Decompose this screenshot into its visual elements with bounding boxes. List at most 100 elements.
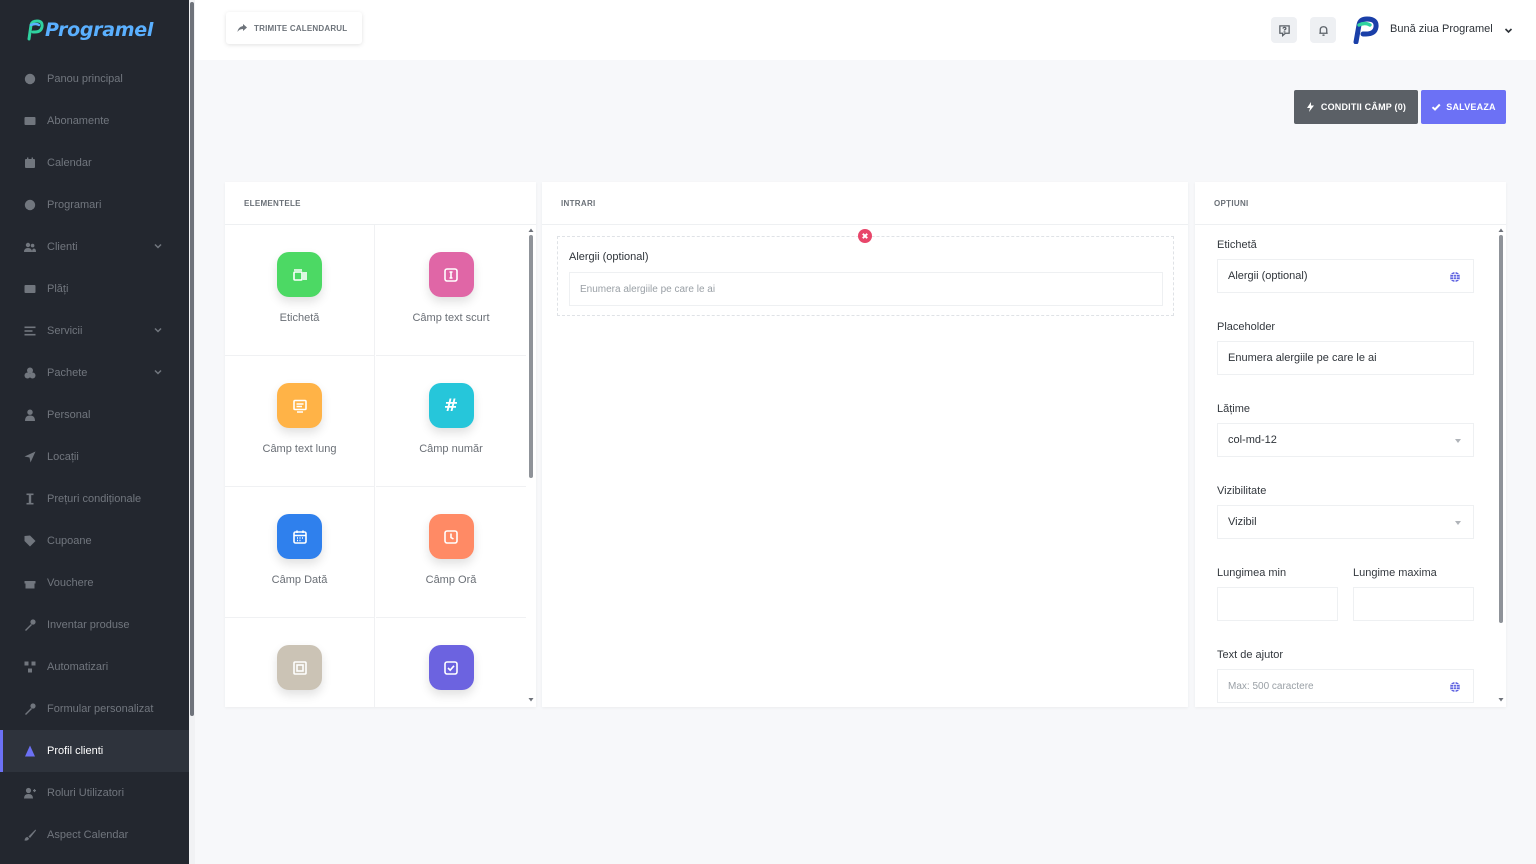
chevron-down-icon[interactable]	[1504, 26, 1513, 35]
elements-panel-title: ELEMENTELE	[225, 182, 536, 225]
sidebar-item-label: Personal	[47, 409, 91, 421]
save-button[interactable]: SALVEAZA	[1421, 90, 1506, 124]
sidebar-item-plati[interactable]: Plăți	[0, 268, 189, 310]
sidebar-item-roluri-utilizatori[interactable]: Roluri Utilizatori	[0, 772, 189, 814]
options-panel-title: OPȚIUNI	[1195, 182, 1506, 225]
scroll-up-icon[interactable]	[1498, 227, 1504, 233]
user-greeting[interactable]: Bună ziua Programel	[1390, 23, 1493, 35]
top-bar: TRIMITE CALENDARUL Bună ziua Programel	[195, 0, 1536, 60]
sidebar-item-label: Clienti	[47, 241, 78, 253]
scroll-down-icon[interactable]	[1498, 697, 1504, 703]
sidebar-item-servicii[interactable]: Servicii	[0, 310, 189, 352]
sidebar-item-abonamente[interactable]: Abonamente	[0, 100, 189, 142]
tools-icon	[23, 618, 37, 632]
sidebar-item-formular-personalizat[interactable]: Formular personalizat	[0, 688, 189, 730]
brush-icon	[23, 828, 37, 842]
sidebar-item-label: Calendar	[47, 157, 92, 169]
palette-icon	[23, 72, 37, 86]
visibility-option-caption: Vizibilitate	[1217, 485, 1267, 497]
sidebar-item-calendar[interactable]: Calendar	[0, 142, 189, 184]
sidebar: Programel Panou principal Abonamente Calen…	[0, 0, 189, 864]
element-text-short[interactable]: Câmp text scurt	[376, 225, 526, 356]
element-date[interactable]: Câmp Dată	[225, 487, 375, 618]
label-option-input[interactable]: Alergii (optional)	[1217, 259, 1474, 293]
inputs-panel-title: INTRARI	[542, 182, 1188, 225]
scroll-up-icon[interactable]	[528, 227, 534, 233]
text-short-icon	[428, 252, 474, 297]
logo-mark-icon	[27, 19, 44, 41]
help-button[interactable]	[1271, 17, 1297, 43]
elements-scrollbar-thumb[interactable]	[529, 235, 533, 478]
sidebar-item-label: Vouchere	[47, 577, 94, 589]
width-select[interactable]: col-md-12	[1217, 423, 1474, 457]
sidebar-item-cupoane[interactable]: Cupoane	[0, 520, 189, 562]
sidebar-item-personal[interactable]: Personal	[0, 394, 189, 436]
sidebar-item-inventar-produse[interactable]: Inventar produse	[0, 604, 189, 646]
help-text-placeholder: Max: 500 caractere	[1228, 680, 1314, 692]
notifications-button[interactable]	[1310, 17, 1336, 43]
sidebar-item-clienti[interactable]: Clienti	[0, 226, 189, 268]
help-text-input[interactable]: Max: 500 caractere	[1217, 669, 1474, 703]
element-checkbox[interactable]	[376, 618, 526, 707]
element-label[interactable]: Etichetă	[225, 225, 375, 356]
options-scrollbar[interactable]	[1498, 225, 1504, 707]
close-icon	[862, 233, 868, 239]
globe-icon[interactable]	[1449, 271, 1461, 283]
visibility-select-value: Vizibil	[1228, 516, 1257, 528]
tag-icon	[23, 534, 37, 548]
elements-scrollbar[interactable]	[528, 225, 534, 707]
element-frame[interactable]	[225, 618, 375, 707]
hash-icon: #	[428, 383, 474, 428]
sidebar-item-profil-clienti[interactable]: Profil clienti	[0, 730, 189, 772]
sidebar-item-locatii[interactable]: Locații	[0, 436, 189, 478]
max-length-input[interactable]	[1353, 587, 1474, 621]
calendar-icon	[23, 156, 37, 170]
sidebar-item-label: Plăți	[47, 283, 69, 295]
sidebar-item-label: Aspect Calendar	[47, 829, 129, 841]
max-length-caption: Lungime maxima	[1353, 567, 1437, 579]
sidebar-item-aspect-calendar[interactable]: Aspect Calendar	[0, 814, 189, 856]
tools-icon	[23, 702, 37, 716]
options-scrollbar-thumb[interactable]	[1499, 235, 1503, 623]
form-field-label: Alergii (optional)	[569, 251, 649, 263]
user-avatar[interactable]	[1352, 16, 1380, 44]
sidebar-item-label: Prețuri condiționale	[47, 493, 142, 505]
sidebar-item-automatizari[interactable]: Automatizari	[0, 646, 189, 688]
sidebar-item-vouchere[interactable]: Vouchere	[0, 562, 189, 604]
globe-icon[interactable]	[1449, 681, 1461, 693]
sidebar-item-label: Profil clienti	[47, 745, 104, 757]
field-conditions-button[interactable]: CONDITII CÂMP (0)	[1294, 90, 1418, 124]
bell-icon	[1318, 25, 1328, 36]
visibility-select[interactable]: Vizibil	[1217, 505, 1474, 539]
form-field-allergies[interactable]: Alergii (optional) Enumera alergiile pe …	[557, 236, 1174, 316]
sidebar-item-programari[interactable]: Programari	[0, 184, 189, 226]
remove-field-icon[interactable]	[858, 229, 872, 243]
brand-logo[interactable]: Programel	[26, 14, 153, 46]
placeholder-option-input[interactable]: Enumera alergiile pe care le ai	[1217, 341, 1474, 375]
chevron-down-icon[interactable]	[153, 241, 163, 251]
hash-glyph: #	[443, 395, 459, 416]
field-conditions-label: CONDITII CÂMP (0)	[1320, 102, 1407, 112]
element-time[interactable]: Câmp Oră	[376, 487, 526, 618]
element-hash[interactable]: # Câmp număr	[376, 356, 526, 487]
sidebar-scrollbar-thumb[interactable]	[190, 2, 194, 716]
sidebar-scrollbar[interactable]	[189, 0, 195, 864]
save-label: SALVEAZA	[1446, 102, 1496, 112]
brand-name: Programel	[45, 19, 154, 41]
checkbox-icon	[428, 645, 474, 690]
label-option-caption: Etichetă	[1217, 239, 1257, 251]
chevron-down-icon[interactable]	[153, 367, 163, 377]
sidebar-item-label: Panou principal	[47, 73, 123, 85]
share-calendar-button[interactable]: TRIMITE CALENDARUL	[226, 12, 362, 44]
share-icon	[237, 24, 247, 32]
sidebar-item-preturi-conditionale[interactable]: Prețuri condiționale	[0, 478, 189, 520]
min-length-input[interactable]	[1217, 587, 1338, 621]
element-text-long[interactable]: Câmp text lung	[225, 356, 375, 487]
sidebar-item-label: Roluri Utilizatori	[47, 787, 125, 799]
sidebar-item-pachete[interactable]: Pachete	[0, 352, 189, 394]
chevron-down-icon[interactable]	[153, 325, 163, 335]
user-plus-icon	[23, 786, 37, 800]
scroll-down-icon[interactable]	[528, 697, 534, 703]
element-label: Câmp Oră	[425, 574, 477, 586]
sidebar-item-panou-principal[interactable]: Panou principal	[0, 58, 189, 100]
